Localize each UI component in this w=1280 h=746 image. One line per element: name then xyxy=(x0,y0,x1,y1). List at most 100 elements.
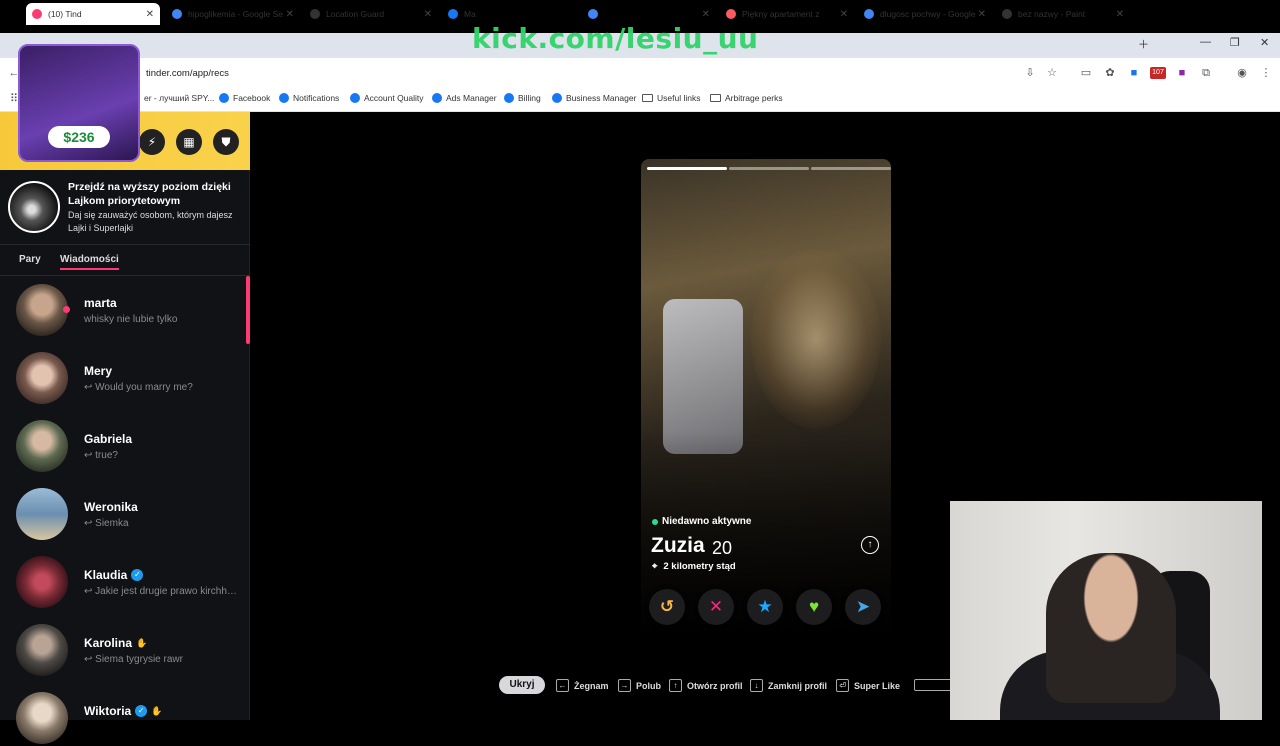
menu-icon[interactable]: ⋮ xyxy=(1260,67,1272,79)
wave-emoji-icon: ✋ xyxy=(136,637,148,648)
avatar xyxy=(16,556,68,608)
extension-purple-icon[interactable]: ■ xyxy=(1176,67,1188,79)
boost-header-icon[interactable]: ⚡ xyxy=(139,129,165,155)
extension-icon[interactable]: ✿ xyxy=(1104,67,1116,79)
promo-title[interactable]: Przejdź na wyższy poziom dzięki Lajkom p… xyxy=(68,180,246,208)
tab-paint[interactable]: bez nazwy - Paint ✕ xyxy=(996,3,1130,25)
message-item[interactable]: Klaudia ✓ ↩ Jakie jest drugie prawo kirch… xyxy=(16,556,244,610)
avatar xyxy=(16,692,68,744)
url-field[interactable]: tinder.com/app/recs xyxy=(146,68,229,79)
close-icon[interactable]: ✕ xyxy=(1116,9,1124,20)
hide-shortcuts-button[interactable]: Ukryj xyxy=(499,676,545,694)
tab-tinder[interactable]: (10) Tind ✕ xyxy=(26,3,160,25)
photo-progress-2[interactable] xyxy=(729,167,809,170)
bookmark-notifications[interactable]: Notifications xyxy=(279,93,339,103)
bookmark-arbitrage-perks[interactable]: Arbitrage perks xyxy=(710,93,783,103)
open-profile-button[interactable]: ↑ xyxy=(861,536,879,554)
streamer-head xyxy=(1046,553,1176,703)
puzzle-icon[interactable]: ⧉ xyxy=(1200,67,1212,79)
camera-icon[interactable]: ▭ xyxy=(1080,67,1092,79)
webcam-overlay xyxy=(950,501,1262,720)
close-icon[interactable]: ✕ xyxy=(146,9,154,20)
close-icon[interactable]: ✕ xyxy=(978,9,986,20)
tab-matches[interactable]: Pary xyxy=(19,254,41,265)
promo-subtitle: Daj się zauważyć osobom, którym dajesz L… xyxy=(68,210,233,233)
verified-icon: ✓ xyxy=(135,705,148,717)
facebook-icon xyxy=(448,9,458,19)
hint-close-profile: ↓ Zamknij profil xyxy=(750,679,827,692)
promo-avatar[interactable] xyxy=(8,181,60,233)
close-icon[interactable]: ✕ xyxy=(286,9,294,20)
tab-label: dlugosc pochwy - Google xyxy=(880,9,976,19)
bookmark-facebook[interactable]: Facebook xyxy=(219,93,270,103)
boost-button[interactable]: ➤ xyxy=(845,589,881,625)
shield-icon[interactable]: ⛊ xyxy=(213,129,239,155)
avatar xyxy=(16,284,68,336)
message-preview: ↩ Jakie jest drugie prawo kirchhoffa? xyxy=(84,586,242,597)
super-like-button[interactable]: ★ xyxy=(747,589,783,625)
like-button[interactable]: ♥ xyxy=(796,589,832,625)
profile-icon[interactable]: ◉ xyxy=(1236,67,1248,79)
message-item[interactable]: Mery ↩ Would you marry me? xyxy=(16,352,244,406)
profile-distance: ⌖ 2 kilometry stąd xyxy=(652,561,736,572)
arrow-right-icon: → xyxy=(618,679,631,692)
close-icon[interactable]: ✕ xyxy=(424,9,432,20)
avatar xyxy=(16,488,68,540)
photo-progress-3[interactable] xyxy=(811,167,891,170)
message-item[interactable]: Wiktoria ✓ ✋ xyxy=(16,692,244,746)
arrow-up-icon: ↑ xyxy=(669,679,682,692)
google-icon xyxy=(588,9,598,19)
message-item[interactable]: Weronika ↩ Siemka xyxy=(16,488,244,542)
tab-hipoglikemia[interactable]: hipoglikemia - Google Se ✕ xyxy=(166,3,300,25)
close-icon[interactable]: ✕ xyxy=(840,9,848,20)
facebook-icon xyxy=(552,93,562,103)
folder-icon xyxy=(710,94,721,102)
nope-button[interactable]: ✕ xyxy=(698,589,734,625)
bookmark-business-manager[interactable]: Business Manager xyxy=(552,93,636,103)
avatar xyxy=(16,420,68,472)
tab-dlugosc[interactable]: dlugosc pochwy - Google ✕ xyxy=(858,3,992,25)
message-item[interactable]: Gabriela ↩ true? xyxy=(16,420,244,474)
location-icon xyxy=(310,9,320,19)
bookmark-ads-manager[interactable]: Ads Manager xyxy=(432,93,497,103)
extension-badge[interactable]: 107 xyxy=(1150,67,1166,79)
tab-location-guard[interactable]: Location Guard ✕ xyxy=(304,3,438,25)
minimize-icon[interactable]: — xyxy=(1200,36,1211,48)
close-icon[interactable]: ✕ xyxy=(702,9,710,20)
message-item[interactable]: marta whisky nie lubie tylko xyxy=(16,284,244,338)
bookmark-billing[interactable]: Billing xyxy=(504,93,541,103)
message-preview: ↩ true? xyxy=(84,450,118,461)
hint-open-profile: ↑ Otwórz profil xyxy=(669,679,743,692)
recently-active-label: Niedawno aktywne xyxy=(652,516,751,527)
facebook-icon xyxy=(504,93,514,103)
new-tab-icon[interactable]: ＋ xyxy=(1138,36,1149,52)
photo-progress-1[interactable] xyxy=(647,167,727,170)
folder-icon xyxy=(642,94,653,102)
rewind-button[interactable]: ↺ xyxy=(649,589,685,625)
space-key-icon xyxy=(914,679,952,691)
divider xyxy=(0,244,250,245)
location-pin-icon: ⌖ xyxy=(652,561,658,572)
bookmark-star-icon[interactable]: ☆ xyxy=(1046,67,1058,79)
message-item[interactable]: Karolina ✋ ↩ Siema tygrysie rawr xyxy=(16,624,244,678)
sidebar-scrollbar[interactable] xyxy=(246,276,250,344)
google-icon xyxy=(172,9,182,19)
tab-label: hipoglikemia - Google Se xyxy=(188,9,283,19)
bookmark-spy[interactable]: er - лучший SPY... xyxy=(144,93,214,103)
message-preview: whisky nie lubie tylko xyxy=(84,314,178,325)
avatar xyxy=(16,352,68,404)
profile-name: Zuzia xyxy=(651,534,705,557)
hint-nope: ← Żegnam xyxy=(556,679,609,692)
extension-blue-icon[interactable]: ■ xyxy=(1128,67,1140,79)
window-close-icon[interactable]: ✕ xyxy=(1260,36,1269,49)
maximize-icon[interactable]: ❐ xyxy=(1230,36,1240,49)
unread-dot xyxy=(63,306,70,313)
stream-overlay-price: $236 xyxy=(48,126,110,148)
message-name: marta xyxy=(84,296,117,310)
bookmark-useful-links[interactable]: Useful links xyxy=(642,93,700,103)
briefcase-icon[interactable]: ▦ xyxy=(176,129,202,155)
tab-label: bez nazwy - Paint xyxy=(1018,9,1086,19)
bookmark-account-quality[interactable]: Account Quality xyxy=(350,93,424,103)
tab-messages[interactable]: Wiadomości xyxy=(60,254,119,270)
install-icon[interactable]: ⇩ xyxy=(1024,67,1036,79)
